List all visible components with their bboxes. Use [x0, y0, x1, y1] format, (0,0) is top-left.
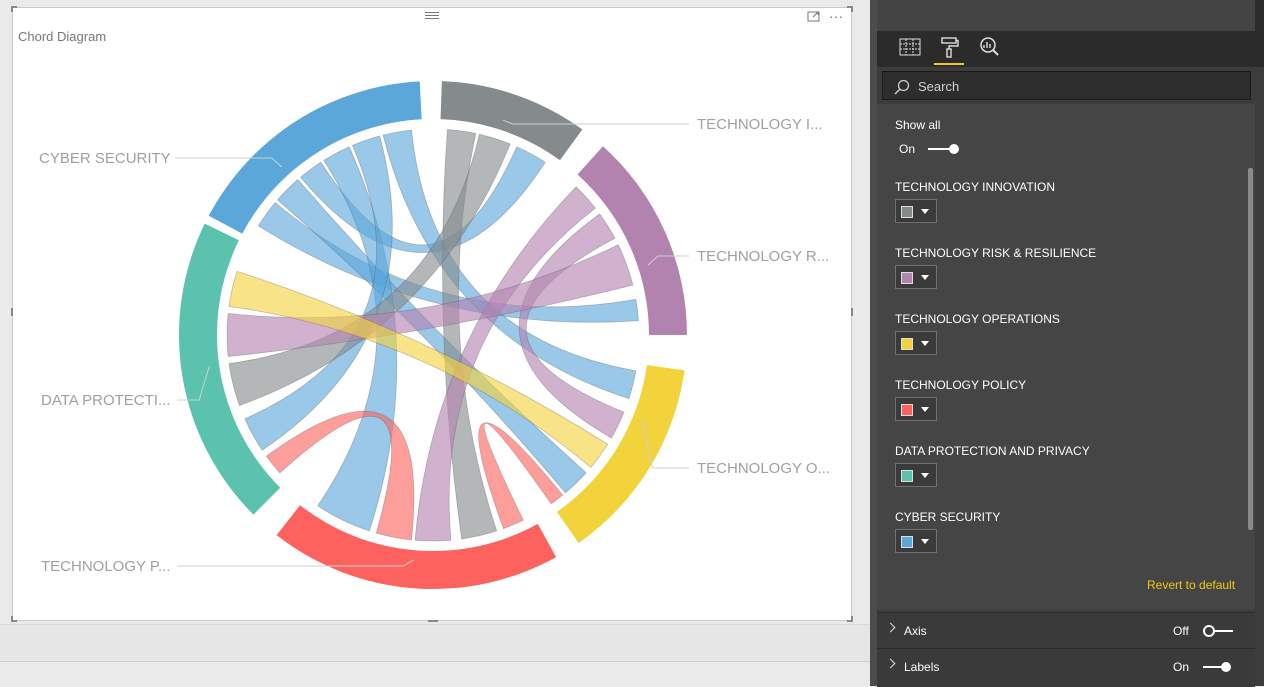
resize-handle[interactable] — [851, 308, 853, 316]
color-swatch — [901, 470, 913, 482]
chord-diagram[interactable]: CYBER SECURITY TECHNOLOGY I... TECHNOLOGY … — [13, 8, 851, 620]
show-all-label: Show all — [895, 118, 941, 132]
chord-label-2: TECHNOLOGY R... — [697, 248, 829, 265]
axis-toggle[interactable] — [1203, 624, 1235, 638]
chord-label-3: TECHNOLOGY O... — [697, 460, 830, 477]
color-label: TECHNOLOGY INNOVATION — [895, 180, 1056, 194]
search-placeholder: Search — [918, 79, 960, 94]
chevron-down-icon — [921, 341, 929, 346]
color-picker-button[interactable] — [895, 529, 937, 553]
revert-to-default-link[interactable]: Revert to default — [1147, 578, 1235, 592]
section-title: Labels — [904, 660, 940, 674]
color-label: TECHNOLOGY OPERATIONS — [895, 312, 1060, 326]
pane-tabs — [877, 31, 1264, 67]
chord-label-1: TECHNOLOGY I... — [697, 116, 823, 133]
pane-header-scroll — [1255, 0, 1264, 31]
resize-handle[interactable] — [851, 6, 853, 12]
chord-ribbons[interactable] — [226, 129, 639, 542]
page-tab-strip — [0, 624, 870, 662]
labels-toggle[interactable] — [1203, 660, 1235, 674]
search-icon — [894, 79, 910, 100]
resize-handle[interactable] — [851, 616, 853, 622]
color-label: DATA PROTECTION AND PRIVACY — [895, 444, 1090, 458]
color-swatch — [901, 338, 913, 350]
color-label: TECHNOLOGY RISK & RESILIENCE — [895, 246, 1097, 260]
labels-state: On — [1173, 660, 1190, 674]
pane-body: Show all On TECHNOLOGY INNOVATION TECHNO… — [877, 104, 1255, 610]
chord-label-5: DATA PROTECTI... — [41, 392, 170, 409]
section-title: Axis — [904, 624, 927, 638]
show-all-state: On — [899, 142, 916, 156]
chord-visual[interactable]: ··· Chord Diagram CYBER SECURITY TECHNOLO… — [11, 6, 853, 622]
resize-handle[interactable] — [428, 620, 438, 622]
chevron-right-icon — [885, 622, 896, 633]
color-picker-button[interactable] — [895, 463, 937, 487]
color-picker-button[interactable] — [895, 331, 937, 355]
pane-scrollbar[interactable] — [1248, 168, 1253, 530]
format-tab[interactable] — [934, 35, 964, 65]
section-labels[interactable]: Labels On — [877, 648, 1255, 687]
pane-separator[interactable] — [870, 0, 877, 686]
search-input[interactable]: Search — [882, 71, 1251, 100]
color-swatch — [901, 272, 913, 284]
chord-label-0: CYBER SECURITY — [39, 150, 171, 167]
fields-tab[interactable] — [895, 35, 925, 63]
show-all-toggle[interactable] — [928, 142, 962, 156]
color-picker-button[interactable] — [895, 265, 937, 289]
chevron-right-icon — [885, 658, 896, 669]
color-label: TECHNOLOGY POLICY — [895, 378, 1027, 392]
color-swatch — [901, 404, 913, 416]
chevron-down-icon — [921, 473, 929, 478]
axis-state: Off — [1173, 624, 1189, 638]
format-pane: Search Show all On TECHNOLOGY INNOVATION… — [877, 0, 1264, 687]
chevron-down-icon — [921, 407, 929, 412]
color-swatch — [901, 536, 913, 548]
color-picker-button[interactable] — [895, 199, 937, 223]
color-label: CYBER SECURITY — [895, 510, 1001, 524]
section-axis[interactable]: Axis Off — [877, 612, 1255, 647]
paint-roller-icon — [939, 36, 959, 63]
analytics-tab[interactable] — [974, 35, 1004, 63]
color-swatch — [901, 206, 913, 218]
report-canvas: ··· Chord Diagram CYBER SECURITY TECHNOLO… — [0, 0, 870, 686]
chevron-down-icon — [921, 539, 929, 544]
chord-label-4: TECHNOLOGY P... — [41, 558, 171, 575]
analytics-magnifier-icon — [978, 36, 1000, 63]
chevron-down-icon — [921, 209, 929, 214]
fields-grid-icon — [899, 38, 921, 61]
chevron-down-icon — [921, 275, 929, 280]
color-picker-button[interactable] — [895, 397, 937, 421]
pane-header — [877, 0, 1255, 31]
